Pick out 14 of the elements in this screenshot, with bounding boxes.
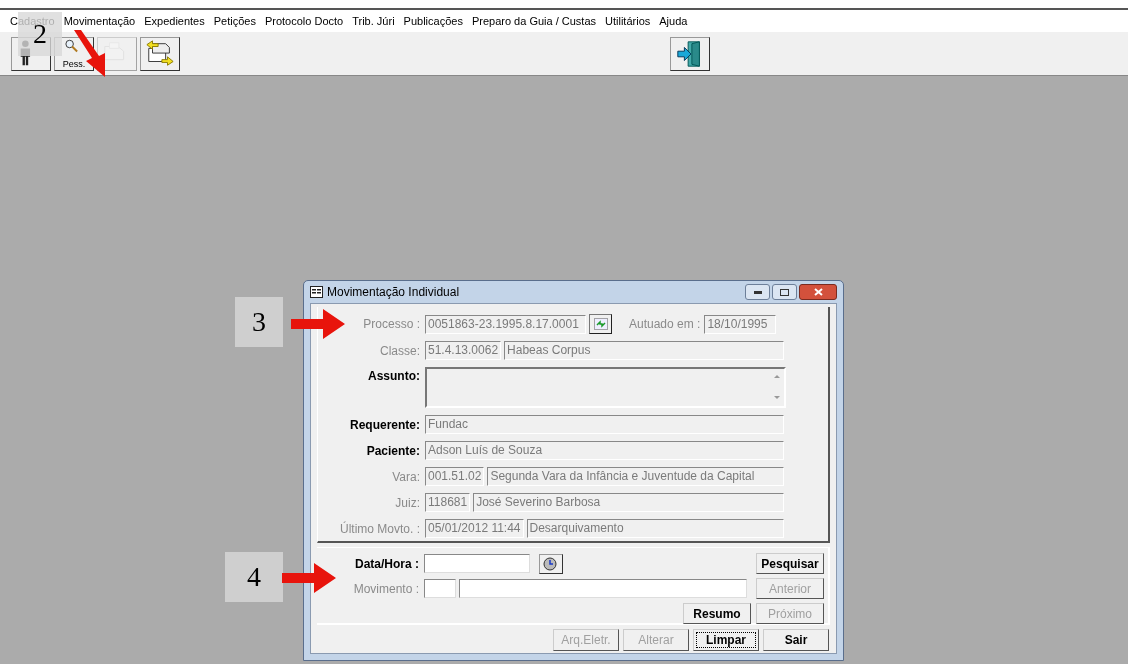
callout-tooltip: 3 xyxy=(235,297,283,347)
field-label: Paciente: xyxy=(365,442,421,460)
field-label: Data/Hora : xyxy=(354,555,420,573)
field-label: Vara: xyxy=(391,468,421,486)
field-label: Autuado em : xyxy=(629,316,701,333)
field-label: Processo : xyxy=(362,316,421,333)
field-label: Assunto: xyxy=(367,368,421,385)
field-label: Juiz: xyxy=(394,494,421,512)
window-title: Movimentação Individual xyxy=(327,284,460,301)
field-label: Requerente: xyxy=(349,416,421,434)
field-label: Classe: xyxy=(379,342,421,360)
field-label: Movimento : xyxy=(352,580,420,598)
field-label: Último Movto. : xyxy=(339,520,421,538)
callout-tooltip: 4 xyxy=(225,552,283,602)
